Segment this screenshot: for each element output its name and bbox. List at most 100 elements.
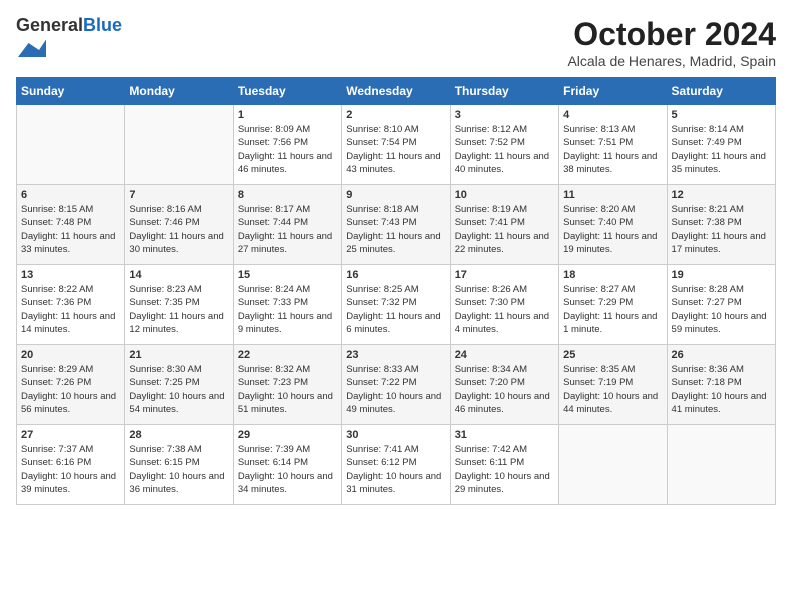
day-info: Sunrise: 8:26 AMSunset: 7:30 PMDaylight:…	[455, 283, 554, 336]
table-row: 27 Sunrise: 7:37 AMSunset: 6:16 PMDayligh…	[17, 425, 125, 505]
table-row: 18 Sunrise: 8:27 AMSunset: 7:29 PMDayligh…	[559, 265, 667, 345]
table-row: 28Sunrise: 7:38 AMSunset: 6:15 PMDayligh…	[125, 425, 233, 505]
day-info: Sunrise: 8:13 AMSunset: 7:51 PMDaylight:…	[563, 123, 662, 176]
day-number: 11	[563, 189, 662, 201]
month-title: October 2024	[567, 16, 776, 53]
table-row: 2 Sunrise: 8:10 AMSunset: 7:54 PMDaylight…	[342, 105, 450, 185]
table-row: 14Sunrise: 8:23 AMSunset: 7:35 PMDayligh…	[125, 265, 233, 345]
day-info: Sunrise: 8:25 AMSunset: 7:32 PMDaylight:…	[346, 283, 445, 336]
col-saturday: Saturday	[667, 78, 775, 105]
day-info: Sunrise: 8:15 AMSunset: 7:48 PMDaylight:…	[21, 203, 120, 256]
table-row: 9Sunrise: 8:18 AMSunset: 7:43 PMDaylight…	[342, 185, 450, 265]
calendar-week-row: 6 Sunrise: 8:15 AMSunset: 7:48 PMDaylight…	[17, 185, 776, 265]
day-number: 27	[21, 429, 120, 441]
day-number: 4	[563, 109, 662, 121]
table-row: 4 Sunrise: 8:13 AMSunset: 7:51 PMDaylight…	[559, 105, 667, 185]
calendar-header-row: Sunday Monday Tuesday Wednesday Thursday…	[17, 78, 776, 105]
table-row: 16 Sunrise: 8:25 AMSunset: 7:32 PMDayligh…	[342, 265, 450, 345]
table-row: 15 Sunrise: 8:24 AMSunset: 7:33 PMDayligh…	[233, 265, 341, 345]
calendar-week-row: 27 Sunrise: 7:37 AMSunset: 6:16 PMDayligh…	[17, 425, 776, 505]
day-info: Sunrise: 7:38 AMSunset: 6:15 PMDaylight:…	[129, 443, 228, 496]
day-info: Sunrise: 8:28 AMSunset: 7:27 PMDaylight:…	[672, 283, 771, 336]
day-number: 6	[21, 189, 120, 201]
col-sunday: Sunday	[17, 78, 125, 105]
day-number: 8	[238, 189, 337, 201]
day-number: 23	[346, 349, 445, 361]
day-number: 22	[238, 349, 337, 361]
day-number: 15	[238, 269, 337, 281]
location: Alcala de Henares, Madrid, Spain	[567, 53, 776, 69]
day-info: Sunrise: 8:23 AMSunset: 7:35 PMDaylight:…	[129, 283, 228, 336]
day-info: Sunrise: 8:27 AMSunset: 7:29 PMDaylight:…	[563, 283, 662, 336]
day-number: 21	[129, 349, 228, 361]
title-block: October 2024 Alcala de Henares, Madrid, …	[567, 16, 776, 69]
col-thursday: Thursday	[450, 78, 558, 105]
table-row: 5 Sunrise: 8:14 AMSunset: 7:49 PMDaylight…	[667, 105, 775, 185]
day-info: Sunrise: 8:16 AMSunset: 7:46 PMDaylight:…	[129, 203, 228, 256]
day-number: 18	[563, 269, 662, 281]
day-number: 29	[238, 429, 337, 441]
day-info: Sunrise: 8:29 AMSunset: 7:26 PMDaylight:…	[21, 363, 120, 416]
day-number: 5	[672, 109, 771, 121]
day-number: 10	[455, 189, 554, 201]
table-row: 13 Sunrise: 8:22 AMSunset: 7:36 PMDayligh…	[17, 265, 125, 345]
day-info: Sunrise: 8:30 AMSunset: 7:25 PMDaylight:…	[129, 363, 228, 416]
calendar-week-row: 1Sunrise: 8:09 AMSunset: 7:56 PMDaylight…	[17, 105, 776, 185]
day-number: 16	[346, 269, 445, 281]
day-info: Sunrise: 8:14 AMSunset: 7:49 PMDaylight:…	[672, 123, 771, 176]
day-info: Sunrise: 8:18 AMSunset: 7:43 PMDaylight:…	[346, 203, 445, 256]
page-header: GeneralBlue October 2024 Alcala de Henar…	[16, 16, 776, 69]
day-info: Sunrise: 8:17 AMSunset: 7:44 PMDaylight:…	[238, 203, 337, 256]
day-info: Sunrise: 8:22 AMSunset: 7:36 PMDaylight:…	[21, 283, 120, 336]
day-number: 20	[21, 349, 120, 361]
day-number: 3	[455, 109, 554, 121]
day-number: 19	[672, 269, 771, 281]
table-row: 1Sunrise: 8:09 AMSunset: 7:56 PMDaylight…	[233, 105, 341, 185]
table-row: 21 Sunrise: 8:30 AMSunset: 7:25 PMDayligh…	[125, 345, 233, 425]
table-row: 17 Sunrise: 8:26 AMSunset: 7:30 PMDayligh…	[450, 265, 558, 345]
table-row: 31 Sunrise: 7:42 AMSunset: 6:11 PMDayligh…	[450, 425, 558, 505]
col-wednesday: Wednesday	[342, 78, 450, 105]
table-row: 19 Sunrise: 8:28 AMSunset: 7:27 PMDayligh…	[667, 265, 775, 345]
day-info: Sunrise: 7:41 AMSunset: 6:12 PMDaylight:…	[346, 443, 445, 496]
table-row: 30 Sunrise: 7:41 AMSunset: 6:12 PMDayligh…	[342, 425, 450, 505]
day-number: 12	[672, 189, 771, 201]
logo-general-text: General	[16, 15, 83, 35]
day-info: Sunrise: 8:21 AMSunset: 7:38 PMDaylight:…	[672, 203, 771, 256]
day-number: 13	[21, 269, 120, 281]
day-info: Sunrise: 8:09 AMSunset: 7:56 PMDaylight:…	[238, 123, 337, 176]
table-row: 6 Sunrise: 8:15 AMSunset: 7:48 PMDaylight…	[17, 185, 125, 265]
col-monday: Monday	[125, 78, 233, 105]
day-info: Sunrise: 8:10 AMSunset: 7:54 PMDaylight:…	[346, 123, 445, 176]
table-row: 25 Sunrise: 8:35 AMSunset: 7:19 PMDayligh…	[559, 345, 667, 425]
day-number: 30	[346, 429, 445, 441]
day-number: 7	[129, 189, 228, 201]
day-number: 2	[346, 109, 445, 121]
table-row: 8 Sunrise: 8:17 AMSunset: 7:44 PMDaylight…	[233, 185, 341, 265]
table-row: 26Sunrise: 8:36 AMSunset: 7:18 PMDayligh…	[667, 345, 775, 425]
col-tuesday: Tuesday	[233, 78, 341, 105]
day-info: Sunrise: 7:42 AMSunset: 6:11 PMDaylight:…	[455, 443, 554, 496]
table-row	[17, 105, 125, 185]
calendar-table: Sunday Monday Tuesday Wednesday Thursday…	[16, 77, 776, 505]
table-row	[559, 425, 667, 505]
day-info: Sunrise: 8:35 AMSunset: 7:19 PMDaylight:…	[563, 363, 662, 416]
day-info: Sunrise: 8:24 AMSunset: 7:33 PMDaylight:…	[238, 283, 337, 336]
day-info: Sunrise: 8:12 AMSunset: 7:52 PMDaylight:…	[455, 123, 554, 176]
day-info: Sunrise: 8:19 AMSunset: 7:41 PMDaylight:…	[455, 203, 554, 256]
day-number: 31	[455, 429, 554, 441]
day-info: Sunrise: 8:34 AMSunset: 7:20 PMDaylight:…	[455, 363, 554, 416]
calendar-week-row: 13 Sunrise: 8:22 AMSunset: 7:36 PMDayligh…	[17, 265, 776, 345]
table-row: 10 Sunrise: 8:19 AMSunset: 7:41 PMDayligh…	[450, 185, 558, 265]
day-number: 26	[672, 349, 771, 361]
day-number: 25	[563, 349, 662, 361]
calendar-week-row: 20 Sunrise: 8:29 AMSunset: 7:26 PMDayligh…	[17, 345, 776, 425]
day-info: Sunrise: 7:39 AMSunset: 6:14 PMDaylight:…	[238, 443, 337, 496]
table-row: 22Sunrise: 8:32 AMSunset: 7:23 PMDayligh…	[233, 345, 341, 425]
logo-icon	[18, 36, 46, 64]
day-info: Sunrise: 7:37 AMSunset: 6:16 PMDaylight:…	[21, 443, 120, 496]
table-row: 20 Sunrise: 8:29 AMSunset: 7:26 PMDayligh…	[17, 345, 125, 425]
day-number: 17	[455, 269, 554, 281]
table-row: 29 Sunrise: 7:39 AMSunset: 6:14 PMDayligh…	[233, 425, 341, 505]
col-friday: Friday	[559, 78, 667, 105]
